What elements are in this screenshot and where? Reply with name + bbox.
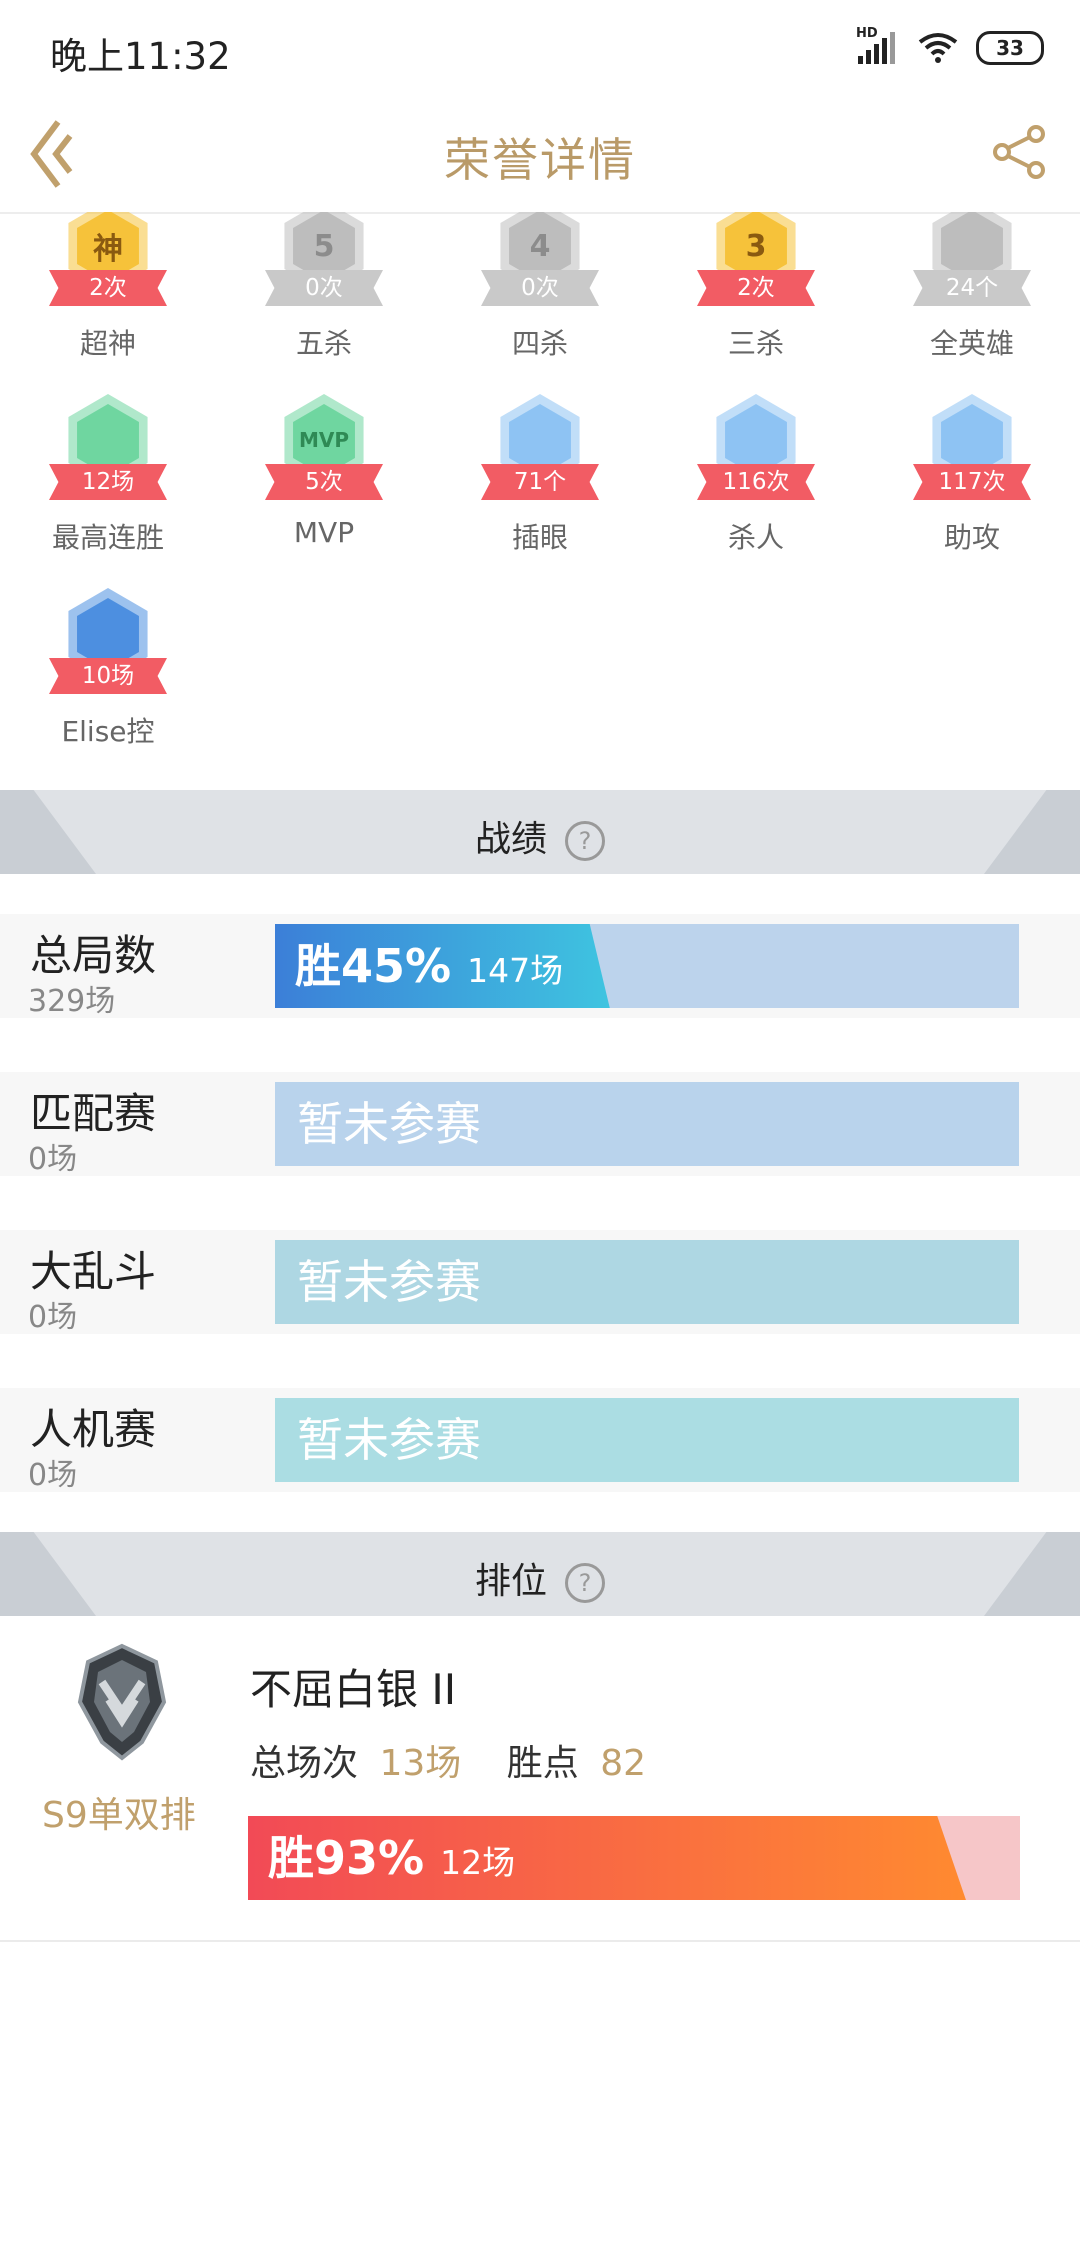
badge-count: 5次	[265, 464, 383, 500]
honor-item[interactable]: 24个全英雄	[864, 212, 1080, 362]
honor-item[interactable]: 117次助攻	[864, 394, 1080, 556]
page-title: 荣誉详情	[444, 133, 636, 187]
win-games: 147场	[467, 951, 564, 990]
assist-icon: 117次	[907, 394, 1037, 504]
record-title-text: 战绩	[474, 819, 547, 860]
triple-kill-icon: 3 2次	[691, 212, 821, 310]
badge-count: 0次	[481, 270, 599, 306]
honor-label: 插眼	[511, 521, 568, 554]
honor-label: 最高连胜	[51, 521, 164, 554]
share-icon	[993, 125, 1045, 179]
stat-row-bot[interactable]: 人机赛 0场 暂未参赛	[0, 1388, 1080, 1493]
rank-win-rate: 胜93%	[268, 1831, 425, 1885]
stat-row-total[interactable]: 总局数 329场 胜45% 147场	[0, 914, 1080, 1019]
honor-item[interactable]: 4 0次四杀	[432, 212, 648, 362]
quadra-kill-icon: 4 0次	[475, 212, 605, 310]
question-icon[interactable]: ?	[565, 821, 605, 861]
badge-count: 116次	[697, 464, 815, 500]
win-rate-label: 胜45% 147场	[295, 924, 563, 1013]
honor-item[interactable]: 5 0次五杀	[216, 212, 432, 362]
trophy-icon: 12场	[43, 394, 173, 504]
empty-bar: 暂未参赛	[275, 1398, 1019, 1482]
mvp-icon: MVP 5次	[259, 394, 389, 504]
honor-item[interactable]: 71个插眼	[432, 394, 648, 556]
empty-bar: 暂未参赛	[275, 1240, 1019, 1324]
stat-count: 0场	[28, 1458, 78, 1493]
question-icon[interactable]: ?	[565, 1563, 605, 1603]
season-label: S9单双排	[42, 1795, 196, 1836]
honor-label: 超神	[79, 327, 136, 360]
kill-icon: 116次	[691, 394, 821, 504]
rank-title-text: 排位	[474, 1561, 547, 1602]
wifi-icon	[918, 33, 958, 63]
badge-count: 117次	[913, 464, 1031, 500]
all-heroes-icon: 24个	[907, 212, 1037, 310]
empty-text: 暂未参赛	[297, 1255, 481, 1309]
league-points-label: 胜点	[506, 1743, 579, 1784]
stat-row-match[interactable]: 匹配赛 0场 暂未参赛	[0, 1072, 1080, 1177]
badge-count: 24个	[913, 270, 1031, 306]
stat-count: 329场	[28, 984, 116, 1019]
nav-bar: 荣誉详情	[0, 96, 1080, 214]
badge-count: 2次	[49, 270, 167, 306]
badge-count: 12场	[49, 464, 167, 500]
honor-label: 四杀	[511, 327, 568, 360]
stat-count: 0场	[28, 1142, 78, 1177]
honor-label: MVP	[293, 516, 355, 549]
stat-name: 大乱斗	[30, 1247, 157, 1296]
rank-win-games: 12场	[440, 1843, 516, 1882]
rank-win-bar: 胜93% 12场	[248, 1816, 1020, 1900]
honor-label: 杀人	[727, 521, 784, 554]
badge-count: 10场	[49, 658, 167, 694]
empty-bar: 暂未参赛	[275, 1082, 1019, 1166]
silver-rank-emblem-icon	[77, 1643, 167, 1761]
god-badge-icon: 神 2次	[43, 212, 173, 310]
elise-champion-icon: 10场	[43, 588, 173, 698]
badge-count: 71个	[481, 464, 599, 500]
rank-name: 不屈白银 II	[250, 1665, 457, 1714]
stat-name: 总局数	[30, 931, 157, 980]
stat-name: 匹配赛	[30, 1089, 157, 1138]
total-games-value: 13场	[379, 1743, 462, 1784]
stat-count: 0场	[28, 1300, 78, 1335]
stat-row-aram[interactable]: 大乱斗 0场 暂未参赛	[0, 1230, 1080, 1335]
honor-item[interactable]: 12场最高连胜	[0, 394, 216, 556]
rank-card[interactable]: S9单双排 不屈白银 II 总场次 13场 胜点 82 胜93% 12场	[0, 1616, 1080, 1942]
ward-icon: 71个	[475, 394, 605, 504]
honor-item[interactable]: 神 2次超神	[0, 212, 216, 362]
honor-label: 三杀	[727, 327, 784, 360]
status-bar: 晚上11:32 HD 33	[0, 0, 1080, 96]
record-section-header: 战绩?	[0, 790, 1080, 874]
rank-stats: 总场次 13场 胜点 82	[250, 1734, 646, 1786]
signal-icon: HD	[856, 26, 900, 64]
rank-section-header: 排位?	[0, 1532, 1080, 1616]
honor-label: Elise控	[61, 715, 155, 748]
badge-count: 2次	[697, 270, 815, 306]
stat-name: 人机赛	[30, 1405, 157, 1454]
win-rate-bar: 胜45% 147场	[275, 924, 1019, 1008]
win-rate-text: 胜45%	[295, 939, 452, 993]
league-points-value: 82	[600, 1743, 647, 1784]
battery-indicator: 33	[976, 31, 1044, 65]
total-games-label: 总场次	[250, 1743, 359, 1784]
honor-item[interactable]: 3 2次三杀	[648, 212, 864, 362]
status-icons: HD 33	[856, 26, 1044, 68]
honor-item[interactable]: 10场 Elise控	[0, 588, 216, 750]
rank-section-title: 排位?	[0, 1552, 1080, 1604]
badge-count: 0次	[265, 270, 383, 306]
share-button[interactable]	[990, 122, 1050, 182]
honor-label: 全英雄	[929, 327, 1014, 360]
record-section-title: 战绩?	[0, 810, 1080, 862]
rank-win-label: 胜93% 12场	[268, 1816, 515, 1905]
honors-grid: 神 2次 超神 5 0次 五杀 4 0次 四杀 3 2次 三杀 24个 全英雄 12场 最高连胜 MVP 5次 MV…	[0, 212, 1080, 790]
honor-label: 五杀	[295, 327, 352, 360]
honor-label: 助攻	[943, 521, 1000, 554]
honor-item[interactable]: 116次杀人	[648, 394, 864, 556]
penta-kill-icon: 5 0次	[259, 212, 389, 310]
status-time: 晚上11:32	[50, 35, 231, 78]
empty-text: 暂未参赛	[297, 1097, 481, 1151]
honor-item[interactable]: MVP 5次 MVP	[216, 394, 432, 549]
empty-text: 暂未参赛	[297, 1413, 481, 1467]
